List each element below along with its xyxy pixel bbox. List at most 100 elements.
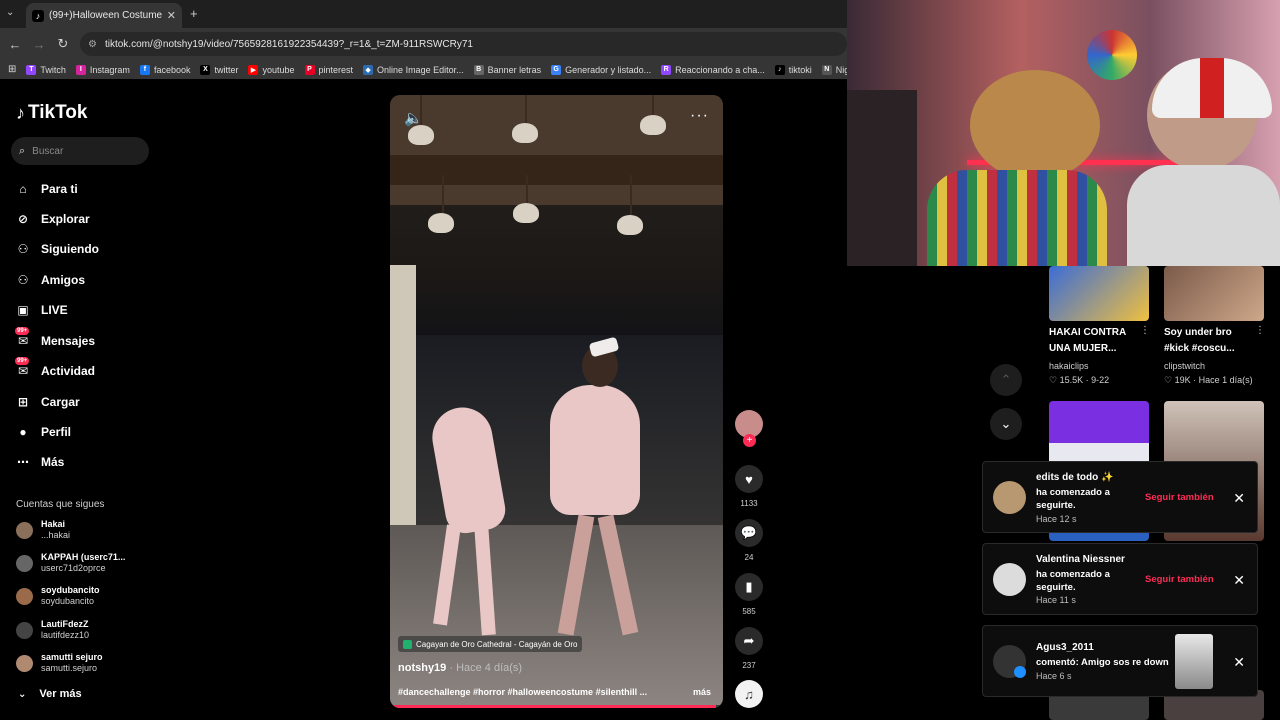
video-more-options-icon[interactable]: ···: [690, 107, 709, 125]
browser-tab[interactable]: ♪ (99+)Halloween Costume Ideas ✕: [26, 3, 182, 28]
reload-icon[interactable]: ↻: [51, 36, 75, 52]
tiktok-logo[interactable]: ♪ TikTok: [16, 102, 87, 124]
video-progress-fill: [390, 705, 717, 708]
forward-icon[interactable]: →: [27, 37, 51, 52]
site-info-icon[interactable]: ⚙: [88, 39, 97, 50]
lamp-cord: [630, 175, 632, 217]
suggested-more-icon[interactable]: ⋮: [1255, 325, 1265, 336]
lamp: [513, 203, 539, 223]
followed-account[interactable]: samutti sejuro samutti.sejuro: [16, 652, 103, 674]
comment-icon[interactable]: 💬: [735, 519, 763, 547]
bookmark-item[interactable]: T Twitch: [26, 64, 66, 75]
caption-more-button[interactable]: más: [693, 687, 711, 697]
sound-disc-button[interactable]: ♫: [735, 680, 763, 708]
sidebar-item-cargar[interactable]: ⊞ Cargar: [14, 393, 80, 411]
notification-toast[interactable]: Agus3_2011 comentó: Amigo sos re down Ha…: [982, 625, 1258, 697]
sidebar-item-live[interactable]: ▣ LIVE: [14, 301, 67, 319]
following-accounts-title: Cuentas que sigues: [16, 499, 105, 510]
sidebar-item-explorar[interactable]: ⊘ Explorar: [14, 210, 90, 228]
bookmark-item[interactable]: NNightbot -: [821, 64, 847, 75]
share-icon[interactable]: ➦: [735, 627, 763, 655]
back-icon[interactable]: ←: [3, 37, 27, 52]
bookmark-item[interactable]: I Instagram: [75, 64, 130, 75]
apps-icon[interactable]: ⊞: [8, 64, 16, 75]
sidebar-item-más[interactable]: ⋯ Más: [14, 453, 64, 471]
notification-toast[interactable]: edits de todo ✨ ha comenzado a seguirte.…: [982, 461, 1258, 533]
comment-action[interactable]: 💬 24: [735, 519, 763, 562]
followed-account[interactable]: LautiFdezZ lautifdezz10: [16, 619, 89, 641]
bookmark-item[interactable]: G Generador y listado...: [551, 64, 651, 75]
bookmark-item[interactable]: Ppinterest: [304, 64, 354, 75]
follow-back-button[interactable]: Seguir también: [1145, 492, 1214, 503]
suggested-user[interactable]: clipstwitch: [1164, 361, 1205, 371]
notification-toast[interactable]: Valentina Niessner ha comenzado a seguir…: [982, 543, 1258, 615]
previous-video-button[interactable]: ⌃: [990, 364, 1022, 396]
bookmark-item[interactable]: ♪ tiktoki: [774, 64, 812, 75]
volume-icon[interactable]: 🔈: [404, 109, 423, 127]
suggested-user[interactable]: hakaiclips: [1049, 361, 1089, 371]
see-more-label: Ver más: [39, 688, 82, 700]
suggested-more-icon[interactable]: ⋮: [1140, 325, 1150, 336]
tab-list-chevron-icon[interactable]: ⌄: [6, 7, 14, 18]
sidebar-item-mensajes[interactable]: ✉ 99+ Mensajes: [14, 327, 95, 350]
notification-message: comentó: Amigo sos re down: [1036, 657, 1169, 668]
follow-plus-icon[interactable]: +: [743, 434, 756, 447]
sidebar-item-para-ti[interactable]: ⌂ Para ti: [14, 180, 77, 198]
suggested-title[interactable]: Soy under bro #kick #coscu...: [1164, 325, 1254, 357]
bookmark-icon: ♪: [774, 64, 785, 75]
notification-avatar: [993, 563, 1026, 596]
bookmark-item[interactable]: Xtwitter: [200, 64, 238, 75]
suggested-likes: ♡ 19K: [1164, 375, 1191, 385]
account-handle: samutti.sejuro: [41, 663, 98, 673]
see-more-button[interactable]: ⌄ Ver más: [18, 688, 82, 700]
video-player[interactable]: 🔈 ··· Cagayan de Oro Cathedral - Cagayán…: [390, 95, 723, 708]
suggested-date: 9-22: [1091, 375, 1110, 385]
suggested-title[interactable]: HAKAI CONTRA UNA MUJER...: [1049, 325, 1144, 357]
video-author[interactable]: notshy19: [398, 662, 446, 674]
bookmark-item[interactable]: B Banner letras: [473, 64, 541, 75]
sidebar-item-actividad[interactable]: ✉ 99+ Actividad: [14, 357, 95, 380]
close-icon[interactable]: ✕: [1233, 654, 1245, 671]
new-tab-icon[interactable]: +: [190, 6, 198, 21]
video-caption[interactable]: #dancechallenge #horror #halloweencostum…: [398, 687, 658, 697]
webcam-person-left-head: [970, 70, 1100, 180]
next-video-button[interactable]: ⌄: [990, 408, 1022, 440]
follow-back-button[interactable]: Seguir también: [1145, 574, 1214, 585]
sidebar-item-perfil[interactable]: ● Perfil: [14, 423, 71, 441]
close-icon[interactable]: ✕: [1233, 572, 1245, 589]
bookmark-item[interactable]: ▶ youtube: [248, 64, 295, 75]
avatar: [16, 587, 33, 605]
sidebar-item-amigos[interactable]: ⚇ Amigos: [14, 271, 85, 289]
video-progress-bar[interactable]: [390, 705, 723, 708]
comment-video-thumbnail[interactable]: [1175, 634, 1213, 689]
suggested-thumbnail[interactable]: [1164, 266, 1264, 321]
url-field[interactable]: ⚙ tiktok.com/@notshy19/video/75659281619…: [80, 32, 847, 56]
followed-account[interactable]: Hakai ...hakai: [16, 519, 70, 541]
suggested-thumbnail[interactable]: [1049, 266, 1149, 321]
bookmark-icon: ◆: [363, 64, 374, 75]
creator-avatar-button[interactable]: +: [735, 410, 763, 447]
bookmark-icon[interactable]: ▮: [735, 573, 763, 601]
like-action[interactable]: ♥ 1133: [735, 465, 763, 508]
bookmark-item[interactable]: ◆ Online Image Editor...: [363, 64, 464, 75]
sidebar-item-siguiendo[interactable]: ⚇ Siguiendo: [14, 240, 99, 258]
close-tab-icon[interactable]: ✕: [167, 9, 176, 22]
bookmark-label: Online Image Editor...: [377, 64, 464, 75]
notification-message: ha comenzado a seguirte.: [1036, 569, 1110, 593]
share-action[interactable]: ➦ 237: [735, 627, 763, 670]
webcam-person-left-shirt: [927, 170, 1107, 266]
close-icon[interactable]: ✕: [1233, 490, 1245, 507]
bookmark-icon: I: [75, 64, 86, 75]
bookmark-item[interactable]: R Reaccionando a cha...: [661, 64, 765, 75]
webcam-wheel: [1087, 30, 1137, 80]
followed-account[interactable]: KAPPAH (userc71... userc71d2oprce: [16, 552, 125, 574]
dancer-right: [550, 385, 640, 515]
bookmark-label: pinterest: [318, 64, 354, 75]
heart-icon[interactable]: ♥: [735, 465, 763, 493]
location-tag[interactable]: Cagayan de Oro Cathedral - Cagayán de Or…: [398, 636, 583, 652]
bookmark-item[interactable]: f facebook: [139, 64, 190, 75]
followed-account[interactable]: soydubancito soydubancito: [16, 585, 100, 607]
save-action[interactable]: ▮ 585: [735, 573, 763, 616]
verified-icon: [1014, 666, 1026, 678]
search-input[interactable]: ⌕ Buscar: [11, 137, 149, 165]
